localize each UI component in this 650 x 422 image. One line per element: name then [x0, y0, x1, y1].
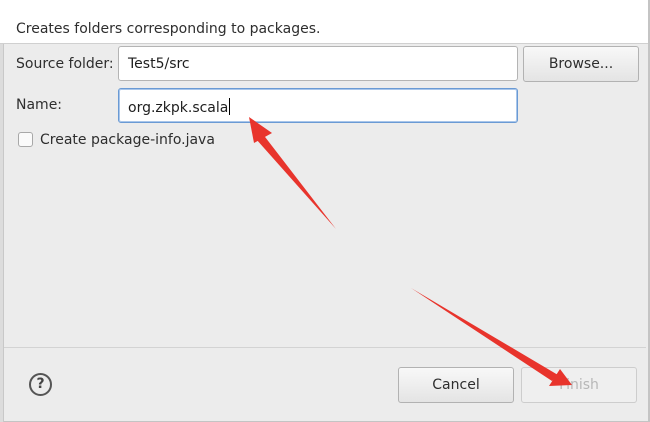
cancel-button[interactable]: Cancel [398, 367, 514, 403]
window-left-edge [0, 0, 4, 422]
source-folder-field[interactable]: Test5/src [118, 46, 518, 81]
create-package-info-label[interactable]: Create package-info.java [40, 132, 215, 148]
banner-description: Creates folders corresponding to package… [16, 21, 321, 37]
dialog-banner: Creates folders corresponding to package… [0, 0, 648, 44]
name-label: Name: [16, 97, 63, 113]
source-folder-label: Source folder: [16, 56, 114, 72]
help-icon[interactable]: ? [29, 373, 52, 396]
red-arrow-icon [249, 117, 336, 229]
text-caret [229, 98, 231, 115]
footer-separator [4, 347, 646, 348]
new-package-dialog: Creates folders corresponding to package… [0, 0, 650, 422]
browse-button[interactable]: Browse... [523, 46, 639, 82]
name-value: org.zkpk.scala [128, 100, 229, 116]
name-field[interactable]: org.zkpk.scala [118, 88, 518, 123]
source-folder-value: Test5/src [128, 56, 190, 72]
create-package-info-checkbox[interactable] [18, 132, 33, 147]
finish-button[interactable]: Finish [521, 367, 637, 403]
